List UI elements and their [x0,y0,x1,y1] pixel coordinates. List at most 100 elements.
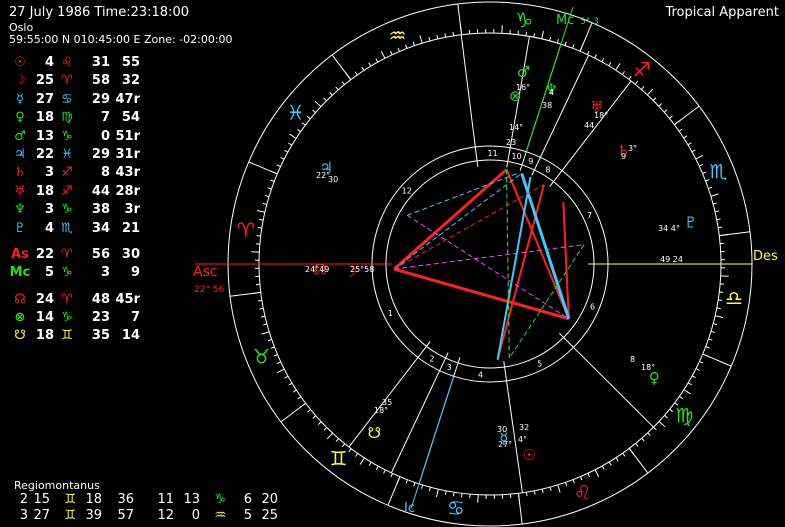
degree-label: 18° [594,111,608,120]
degree-tick [713,323,718,326]
degree-tick [380,50,386,59]
degree-tick [368,62,372,67]
degree-tick [390,473,394,478]
degree-tick [428,487,431,492]
house-number: 10 [512,152,522,161]
degree-tick [695,154,704,160]
degree-tick [314,100,322,108]
degree-tick [549,36,552,41]
south-node-icon: ☋ [368,424,381,442]
degree-tick [435,489,439,498]
degree-tick [541,488,544,494]
degree-tick [678,128,683,132]
zodiac-sign-icon: ♋ [447,496,465,520]
degree-tick [284,149,289,153]
degree-tick [622,452,626,457]
degree-tick [691,375,696,379]
house-number: 12 [402,187,412,196]
degree-label: 30 [497,425,507,434]
degree-tick [710,193,719,197]
degree-tick [628,75,632,80]
degree-label: 16° [516,83,530,92]
degree-label: 18° [374,406,388,415]
degree-tick [421,484,424,489]
zodiac-sign-icon: ♓ [287,100,305,124]
degree-tick [634,80,639,85]
zodiac-sign-icon: ♑ [515,8,533,32]
house-cusp-line [390,352,449,474]
degree-tick [663,109,668,113]
aspect-line [508,244,585,359]
sign-boundary [517,493,523,525]
degree-tick [354,71,358,76]
degree-tick [405,479,408,484]
degree-label: 8 [630,355,635,364]
zodiac-sign-icon: ♉ [253,345,271,369]
degree-tick [383,469,386,474]
degree-tick [556,39,559,44]
degree-tick [699,164,704,167]
degree-tick [348,448,352,453]
degree-tick [267,338,272,342]
sign-boundary [331,54,352,80]
house-number: 9 [528,157,533,166]
mc-axis [525,6,574,152]
zodiac-sign-icon: ♈ [237,218,255,242]
sign-boundary [579,22,593,52]
zodiac-sign-icon: ♏ [709,159,727,183]
degree-label: 23 [506,138,516,147]
degree-tick [312,109,316,114]
degree-tick [594,54,597,59]
house-number: 6 [590,302,595,311]
degree-tick [267,187,272,190]
degree-tick [288,382,293,386]
degree-tick [276,164,281,168]
degree-tick [525,492,528,497]
degree-tick [270,346,275,349]
degree-tick [594,469,600,478]
aspect-line [496,176,532,360]
degree-tick [679,395,683,399]
degree-tick [259,218,264,221]
degree-tick [557,484,561,493]
degree-tick [549,486,552,492]
degree-tick [715,315,724,319]
degree-label: 27° [498,440,512,449]
sun-icon: ☉ [522,446,535,464]
house-number: 1 [388,309,393,318]
degree-tick [419,35,423,44]
degree-tick [658,103,663,107]
degree-tick [261,331,270,335]
degree-tick [601,465,605,470]
degree-tick [702,171,707,174]
house-number: 8 [545,165,550,174]
degree-label: 30 [328,175,338,184]
degree-tick [297,396,302,400]
descendant-label: Des [753,249,778,264]
degree-tick [335,438,340,442]
degree-tick [564,41,567,46]
degree-label: 44 [584,121,594,130]
degree-tick [273,354,278,357]
degree-tick [413,482,416,487]
sign-boundary [280,402,306,423]
degree-tick [292,389,297,393]
mars-icon: ♂ [517,63,530,81]
degree-tick [646,88,654,96]
degree-tick [355,453,359,457]
degree-tick [587,473,590,478]
degree-tick [329,91,333,96]
degree-tick [297,129,301,133]
degree-tick [361,66,365,71]
degree-tick [669,408,674,413]
zodiac-sign-icon: ♍ [675,404,693,428]
degree-tick [436,34,439,40]
degree-tick [716,218,721,221]
chart-wheel: ♈♉♊♋♌♍♎♏♐♑♒♓123456789101112Asc22° 56DesM… [193,1,778,527]
descendant-degree: 49 24 [660,255,683,264]
degree-tick [452,31,455,36]
sign-boundary [674,105,700,126]
zodiac-sign-icon: ♊ [329,446,347,470]
degree-tick [664,414,668,419]
degree-tick [641,437,645,442]
